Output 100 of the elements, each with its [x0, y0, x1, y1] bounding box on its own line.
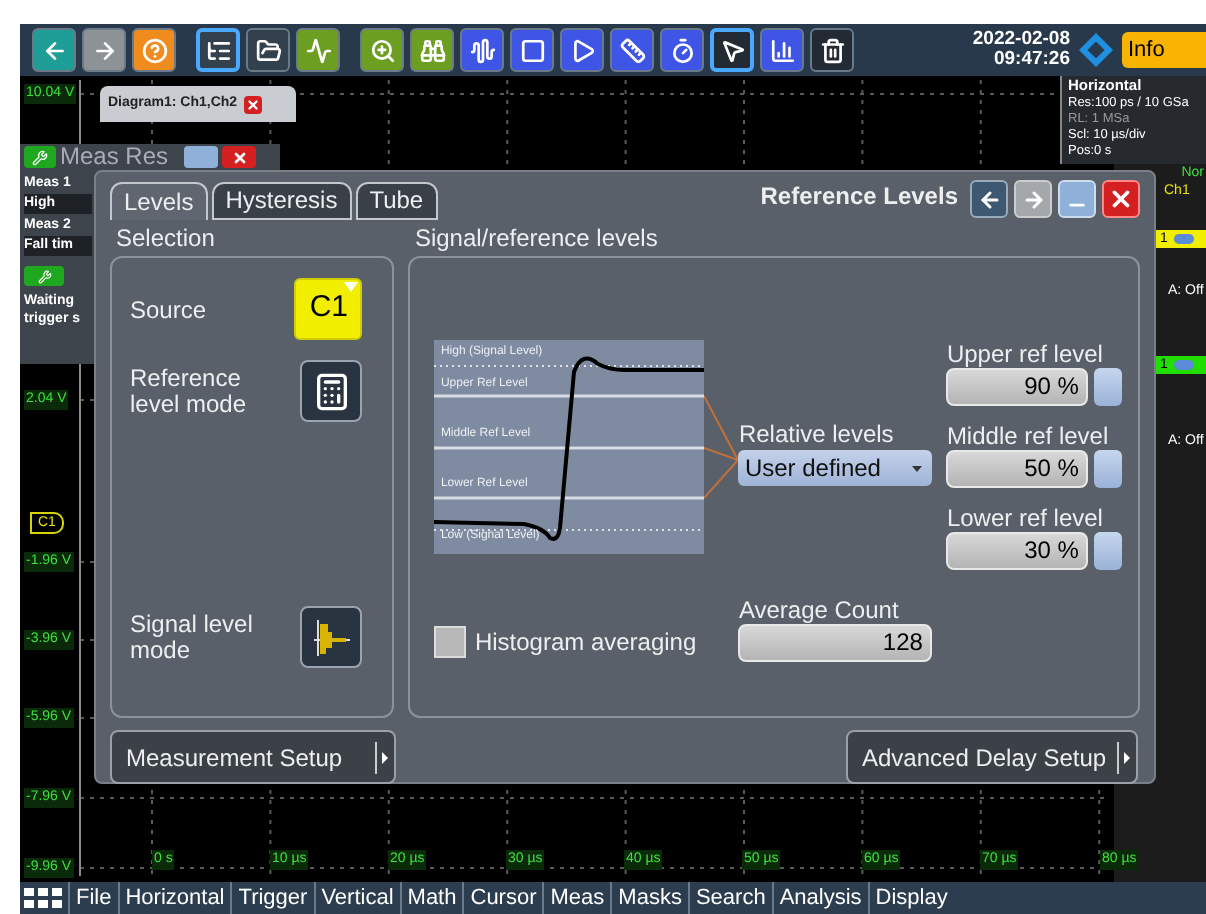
- average-count-label: Average Count: [738, 596, 901, 624]
- submenu-icon: [374, 741, 390, 773]
- menu-item[interactable]: Search: [687, 882, 772, 914]
- relative-levels-label: Relative levels: [738, 420, 896, 448]
- trash-icon: [819, 37, 845, 63]
- menu-item[interactable]: Masks: [610, 882, 688, 914]
- histogram-icon: [311, 615, 352, 659]
- minimize-button[interactable]: [1058, 180, 1096, 218]
- help-icon: [141, 37, 167, 63]
- binoculars-button[interactable]: [410, 28, 454, 72]
- triangle-icon: [569, 37, 595, 63]
- window-title: Meas Res: [60, 144, 169, 170]
- signal-icon: [305, 37, 331, 63]
- timer-icon: [669, 37, 695, 63]
- wrench-icon: [37, 269, 51, 283]
- fft-button[interactable]: [760, 28, 804, 72]
- back-button[interactable]: [32, 28, 76, 72]
- reference-mode-button[interactable]: [300, 360, 363, 422]
- help-button[interactable]: [132, 28, 176, 72]
- dropdown-icon: [344, 282, 359, 292]
- rectangle-icon: [519, 37, 545, 63]
- close-icon: [231, 149, 248, 165]
- forward-button[interactable]: [1014, 180, 1052, 218]
- wrench-button[interactable]: [24, 146, 56, 168]
- menu-item[interactable]: Cursor: [462, 882, 543, 914]
- signal-mode-button[interactable]: [300, 606, 363, 668]
- keypad-button[interactable]: [1094, 368, 1123, 406]
- menu-item[interactable]: Trigger: [230, 882, 314, 914]
- section-title: Selection: [114, 224, 217, 256]
- source-label: Source: [130, 293, 207, 327]
- timer-button[interactable]: [660, 28, 704, 72]
- average-count-field[interactable]: 128: [738, 624, 933, 662]
- toggle-icon: [1173, 234, 1194, 244]
- wrench-icon: [32, 149, 48, 165]
- dialog-title: Reference Levels: [760, 180, 958, 214]
- minimize-button[interactable]: [184, 146, 219, 168]
- ref-level-label: Middle ref level: [946, 422, 1111, 450]
- folder-icon: [255, 37, 281, 63]
- histogram-checkbox[interactable]: [434, 626, 467, 658]
- zoom-button[interactable]: [360, 28, 404, 72]
- ref-level-field[interactable]: 30 %: [946, 532, 1089, 570]
- list-icon: [205, 37, 231, 63]
- keypad-button[interactable]: [1094, 450, 1123, 488]
- arrow-right-icon: [1021, 187, 1045, 211]
- ref-level-label: Upper ref level: [946, 340, 1105, 368]
- menu-item[interactable]: Vertical: [313, 882, 400, 914]
- delete-button[interactable]: [810, 28, 854, 72]
- signal-mode-label: Signal level mode: [130, 611, 255, 663]
- reference-mode-label: Reference level mode: [130, 365, 249, 417]
- source-button[interactable]: C1: [294, 278, 363, 340]
- back-button[interactable]: [970, 180, 1008, 218]
- setup-button[interactable]: Measurement Setup: [110, 730, 396, 784]
- ruler-button[interactable]: [610, 28, 654, 72]
- apps-icon[interactable]: [24, 886, 64, 910]
- menu-item[interactable]: Meas: [542, 882, 611, 914]
- menu-item[interactable]: Display: [867, 882, 954, 914]
- arrow-right-icon: [91, 37, 117, 63]
- triangle-button[interactable]: [560, 28, 604, 72]
- histogram-label: Histogram averaging: [474, 626, 697, 660]
- submenu-icon: [1116, 741, 1132, 773]
- close-button[interactable]: [243, 95, 262, 113]
- autoset-button[interactable]: [296, 28, 340, 72]
- date-text: 2022-02-08: [972, 30, 1070, 50]
- wrench-button[interactable]: [24, 266, 64, 286]
- menu-item[interactable]: Math: [399, 882, 463, 914]
- tab[interactable]: Tube: [355, 182, 438, 220]
- close-icon: [245, 97, 260, 111]
- tab[interactable]: Levels: [110, 182, 208, 220]
- ref-level-field[interactable]: 90 %: [946, 368, 1089, 406]
- waveform-icon: [469, 37, 495, 63]
- zoom-icon: [369, 37, 395, 63]
- ruler-icon: [619, 37, 645, 63]
- forward-button[interactable]: [82, 28, 126, 72]
- tab[interactable]: Hysteresis: [211, 182, 352, 220]
- list-button[interactable]: [196, 28, 240, 72]
- setup-button[interactable]: Advanced Delay Setup: [846, 730, 1138, 784]
- pointer-icon: [719, 37, 745, 63]
- rectangle-button[interactable]: [510, 28, 554, 72]
- menu-item[interactable]: Analysis: [771, 882, 868, 914]
- pointer-button[interactable]: [710, 28, 754, 72]
- time-text: 09:47:26: [993, 50, 1070, 70]
- ref-level-field[interactable]: 50 %: [946, 450, 1089, 488]
- section-title: Signal/reference levels: [412, 224, 660, 256]
- menu-item[interactable]: File: [68, 882, 118, 914]
- arrow-left-icon: [41, 37, 67, 63]
- relative-levels-dropdown[interactable]: User defined: [738, 450, 933, 486]
- folder-button[interactable]: [246, 28, 290, 72]
- caret-icon: [912, 465, 923, 471]
- arrow-left-icon: [977, 187, 1001, 211]
- waveform-button[interactable]: [460, 28, 504, 72]
- toggle-icon: [1173, 360, 1194, 370]
- bar-chart-icon: [769, 37, 795, 63]
- keypad-button[interactable]: [1094, 532, 1123, 570]
- info-button[interactable]: Info: [1122, 32, 1206, 68]
- close-button[interactable]: [1102, 180, 1140, 218]
- ref-level-label: Lower ref level: [946, 504, 1105, 532]
- close-icon: [1108, 186, 1134, 212]
- menu-item[interactable]: Horizontal: [117, 882, 231, 914]
- close-button[interactable]: [222, 146, 257, 168]
- binoculars-icon: [419, 37, 445, 63]
